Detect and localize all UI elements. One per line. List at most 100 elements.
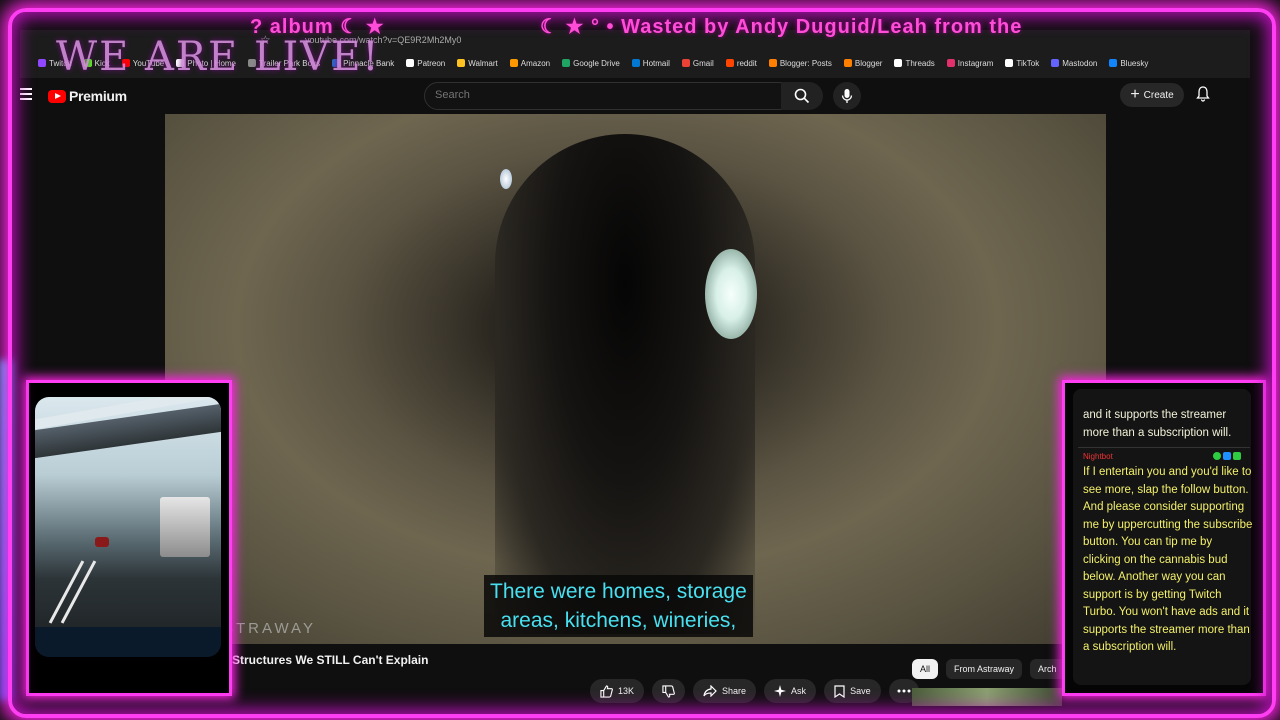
bookmark-favicon-icon [509, 59, 518, 67]
bookmark-item[interactable]: Walmart [457, 56, 498, 70]
bookmark-item[interactable]: reddit [725, 56, 757, 70]
bookmark-favicon-icon [1109, 59, 1118, 67]
bookmark-label: Patreon [417, 58, 446, 68]
like-count: 13K [618, 686, 635, 696]
bookmark-icon [834, 684, 845, 698]
bookmark-item[interactable]: Blogger: Posts [768, 56, 832, 70]
bookmark-label: Google Drive [573, 58, 620, 68]
bookmark-favicon-icon [894, 59, 903, 67]
logo-text: Premium [69, 88, 127, 104]
bookmark-item[interactable]: Mastodon [1051, 56, 1097, 70]
bookmark-item[interactable]: Gmail [681, 56, 714, 70]
car-dashboard [35, 627, 221, 657]
save-button[interactable]: Save [824, 679, 881, 703]
recommended-video-thumbnail[interactable] [912, 688, 1062, 706]
bookmark-favicon-icon [1051, 59, 1060, 67]
notifications-bell-icon[interactable] [1196, 86, 1210, 107]
video-actions: 13K Share Ask Save [590, 679, 919, 703]
badge-icon [1213, 452, 1221, 460]
bookmark-favicon-icon [562, 59, 571, 67]
light-opening-far [500, 169, 512, 189]
voice-search-button[interactable] [833, 82, 861, 110]
badge-icon [1233, 452, 1241, 460]
bookmark-label: Gmail [692, 58, 714, 68]
thumbs-down-icon [662, 684, 675, 698]
save-label: Save [850, 686, 871, 696]
microphone-icon [841, 89, 853, 103]
bookmark-label: Threads [905, 58, 935, 68]
badge-icon [1223, 452, 1231, 460]
bookmark-label: Hotmail [642, 58, 670, 68]
like-button[interactable]: 13K [590, 679, 645, 703]
bookmark-favicon-icon [631, 59, 640, 67]
dislike-button[interactable] [652, 679, 686, 703]
bookmark-favicon-icon [406, 59, 415, 67]
chat-message-1-text: and it supports the streamer more than a… [1083, 409, 1232, 439]
bookmark-item[interactable]: Patreon [406, 56, 445, 70]
youtube-logo[interactable]: Premium [48, 88, 127, 104]
bookmark-favicon-icon [843, 59, 852, 67]
youtube-play-icon [48, 89, 66, 103]
bookmark-item[interactable]: Instagram [946, 56, 994, 70]
ask-button[interactable]: Ask [764, 679, 817, 703]
bookmark-label: Blogger [854, 58, 883, 68]
marquee-banner: ? album ☾ ★ ☾ ★ ° • Wasted by Andy Dugui… [250, 12, 1150, 40]
bookmark-label: Mastodon [1062, 58, 1098, 68]
bookmark-favicon-icon [681, 59, 690, 67]
live-banner: WE ARE LIVE! [56, 34, 381, 80]
chat-username: Nightbot [1083, 452, 1113, 461]
plus-icon: + [1130, 86, 1140, 103]
search-icon [794, 88, 810, 104]
filter-chip[interactable]: Arch [1030, 659, 1065, 679]
bookmark-favicon-icon [768, 59, 777, 67]
more-dots-icon [897, 689, 911, 693]
bookmark-favicon-icon [725, 59, 734, 67]
frame-glow-left [0, 360, 12, 700]
caption-line-2: areas, kitchens, wineries, [500, 609, 737, 632]
video-caption: There were homes, storage areas, kitchen… [484, 575, 753, 637]
search-box [424, 82, 782, 110]
sparkle-icon [774, 685, 787, 697]
bookmark-favicon-icon [946, 59, 955, 67]
truck [160, 497, 210, 557]
bookmark-item[interactable]: Blogger [843, 56, 883, 70]
bookmark-item[interactable]: Threads [894, 56, 935, 70]
light-opening [705, 249, 757, 339]
chat-message-1: and it supports the streamer more than a… [1083, 407, 1251, 442]
bookmark-item[interactable]: Bluesky [1109, 56, 1148, 70]
search-button[interactable] [781, 82, 823, 110]
bookmark-item[interactable]: Amazon [509, 56, 550, 70]
dashcam-view [35, 397, 221, 657]
bookmark-label: reddit [736, 58, 757, 68]
bookmark-favicon-icon [457, 59, 466, 67]
bookmark-favicon-icon [1005, 59, 1014, 67]
filter-chip[interactable]: All [912, 659, 939, 679]
bookmark-label: Instagram [957, 58, 994, 68]
ask-label: Ask [791, 686, 807, 696]
share-button[interactable]: Share [693, 679, 757, 703]
hamburger-menu-icon[interactable] [20, 88, 32, 102]
car [95, 537, 109, 547]
filter-chip[interactable]: From Astraway [946, 659, 1023, 679]
chat-badges [1213, 452, 1241, 460]
marquee-right-text: ☾ ★ ° • Wasted by Andy Duguid/Leah from … [540, 16, 1023, 38]
create-label: Create [1143, 89, 1174, 101]
bookmark-item[interactable]: TikTok [1005, 56, 1039, 70]
bookmark-favicon-icon [38, 59, 46, 67]
caption-line-1: There were homes, storage [490, 580, 747, 603]
bookmark-item[interactable]: Hotmail [631, 56, 670, 70]
webcam-overlay [26, 380, 232, 696]
share-label: Share [722, 686, 747, 696]
chat-separator [1078, 447, 1250, 448]
search-input[interactable] [425, 83, 765, 107]
tunnel-scene [495, 134, 755, 634]
video-title: Structures We STILL Can't Explain [232, 653, 429, 667]
bookmark-label: Blogger: Posts [779, 58, 832, 68]
bookmark-label: Walmart [468, 58, 498, 68]
chat-message-2-text: If I entertain you and you'd like to see… [1083, 466, 1253, 653]
create-button[interactable]: + Create [1120, 83, 1184, 107]
video-player[interactable] [165, 114, 1106, 644]
thumbs-up-icon [600, 684, 613, 698]
bookmark-item[interactable]: Google Drive [562, 56, 620, 70]
chat-message-2: If I entertain you and you'd like to see… [1083, 464, 1253, 657]
